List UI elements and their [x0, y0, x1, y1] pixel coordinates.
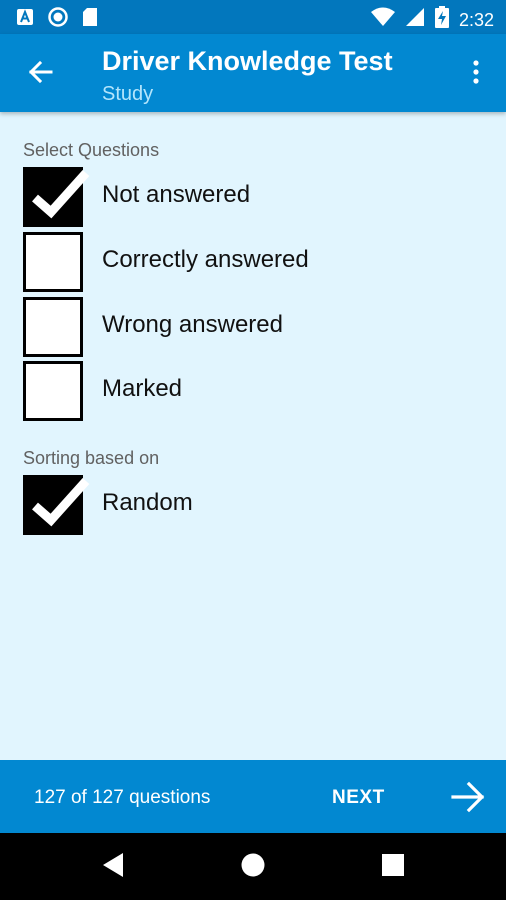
arrow-forward-icon[interactable]: [450, 779, 486, 815]
sorting-label: Sorting based on: [23, 448, 160, 468]
checkbox-wrong-answered[interactable]: Wrong answered: [23, 295, 483, 357]
question-count: 127 of 127 questions: [34, 787, 211, 808]
circle-notification-icon: [48, 7, 68, 32]
checkbox-label: Correctly answered: [102, 246, 309, 273]
checkbox-box[interactable]: [23, 297, 83, 357]
more-vert-icon: [473, 59, 479, 89]
checkbox-label: Not answered: [102, 181, 251, 208]
signal-icon: [405, 7, 425, 32]
page-title: Driver Knowledge Test: [102, 46, 393, 76]
checkbox-label: Marked: [102, 375, 183, 402]
next-button[interactable]: NEXT: [332, 786, 385, 810]
checkbox-box[interactable]: [23, 475, 90, 535]
home-circle-icon: [241, 853, 265, 882]
status-right-icons: 2:32: [370, 6, 494, 33]
checkbox-marked[interactable]: Marked: [23, 359, 483, 421]
status-bar: 2:32: [0, 0, 506, 34]
status-time: 2:32: [458, 9, 494, 30]
checkmark-icon: [32, 477, 90, 527]
a-notification-icon: [16, 8, 34, 31]
bottom-bar: 127 of 127 questions NEXT: [0, 760, 506, 833]
checkmark-icon: [32, 169, 90, 219]
nav-back-button[interactable]: [96, 850, 130, 884]
checkbox-random[interactable]: Random: [23, 473, 483, 535]
back-triangle-icon: [101, 852, 125, 883]
select-questions-label: Select Questions: [23, 140, 160, 160]
wifi-icon: [370, 7, 395, 32]
app-bar: Driver Knowledge Test Study: [0, 34, 506, 112]
overflow-menu-button[interactable]: [462, 56, 490, 92]
checkbox-label: Random: [102, 489, 193, 516]
page-subtitle: Study: [102, 83, 154, 105]
status-left-icons: [16, 7, 98, 32]
checkbox-box[interactable]: [23, 232, 83, 292]
checkbox-box[interactable]: [23, 167, 90, 227]
recents-square-icon: [382, 853, 404, 881]
battery-charging-icon: [434, 6, 449, 33]
sd-card-icon: [82, 7, 98, 32]
nav-recents-button[interactable]: [376, 850, 410, 884]
back-button[interactable]: [20, 54, 60, 94]
checkbox-label: Wrong answered: [102, 311, 283, 338]
nav-home-button[interactable]: [236, 850, 270, 884]
checkbox-correctly-answered[interactable]: Correctly answered: [23, 230, 483, 292]
arrow-back-icon: [27, 59, 53, 90]
system-nav-bar: [0, 833, 506, 900]
checkbox-not-answered[interactable]: Not answered: [23, 165, 483, 227]
checkbox-box[interactable]: [23, 361, 83, 421]
